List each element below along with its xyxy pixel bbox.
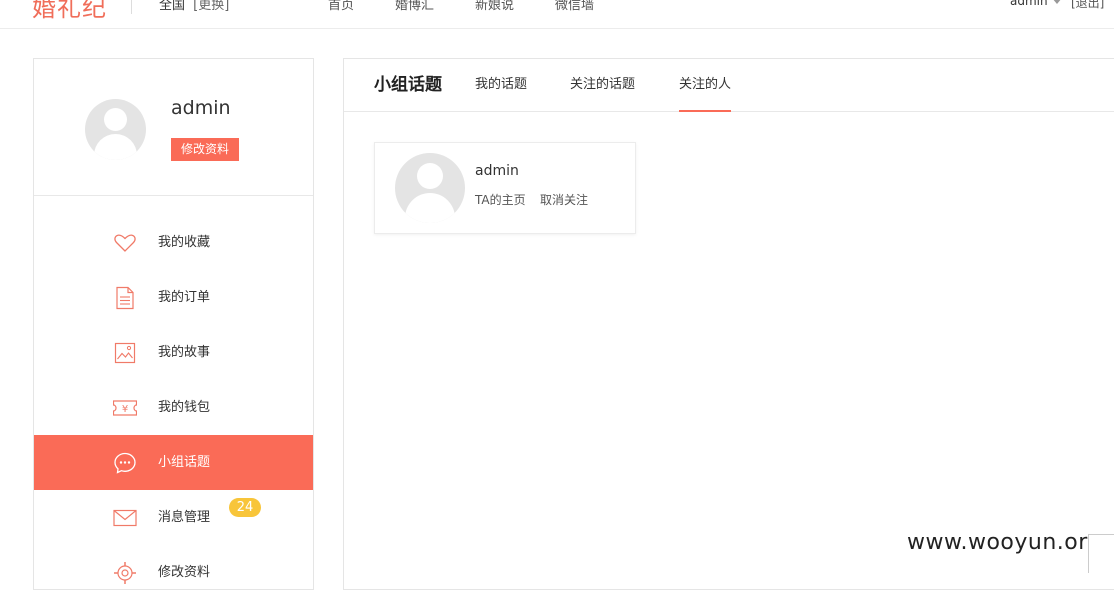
sidebar-item-label: 我的订单 [158, 290, 211, 305]
logo-divider [131, 0, 132, 14]
sidebar-item-favorites[interactable]: 我的收藏 [34, 215, 313, 270]
sidebar-item-orders[interactable]: 我的订单 [34, 270, 313, 325]
sidebar-item-label: 小组话题 [158, 455, 211, 470]
gear-icon [114, 562, 136, 584]
user-homepage-link[interactable]: TA的主页 [475, 191, 526, 208]
avatar[interactable] [395, 153, 465, 223]
sidebar-item-label: 我的收藏 [158, 235, 211, 250]
tab-followed-people[interactable]: 关注的人 [679, 59, 732, 112]
sidebar-item-label: 我的故事 [158, 345, 211, 360]
logout-link[interactable]: [退出] [1071, 0, 1104, 11]
top-bar: 婚礼纪 全国 [更换] 首页 婚博汇 新娘说 微信墙 admin [退出] [0, 0, 1114, 29]
wallet-icon: ¥ [113, 400, 137, 416]
heart-icon [114, 234, 136, 252]
tab-bar: 小组话题 我的话题 关注的话题 关注的人 [344, 59, 1114, 112]
user-menu-name: admin [1010, 0, 1048, 8]
site-logo[interactable]: 婚礼纪 [32, 0, 107, 23]
avatar-head [104, 108, 127, 131]
avatar[interactable] [85, 99, 146, 160]
nav-expo[interactable]: 婚博汇 [395, 0, 434, 13]
photo-icon [114, 342, 136, 364]
profile-name: admin [171, 97, 231, 119]
watermark: www.wooyun.org [907, 530, 1102, 555]
section-title: 小组话题 [374, 75, 442, 95]
unread-count-badge: 24 [229, 498, 261, 517]
unfollow-link[interactable]: 取消关注 [540, 191, 588, 208]
nav-wechat-wall[interactable]: 微信墙 [555, 0, 594, 13]
avatar-body [405, 193, 455, 223]
nav-home[interactable]: 首页 [328, 0, 354, 13]
sidebar-item-label: 消息管理 [158, 510, 211, 525]
sidebar-item-messages[interactable]: 消息管理 24 [34, 490, 313, 545]
sidebar-item-edit-profile[interactable]: 修改资料 [34, 545, 313, 600]
followed-user-card: admin TA的主页 取消关注 [374, 142, 636, 234]
profile-panel: admin 修改资料 [34, 59, 313, 196]
edit-profile-button[interactable]: 修改资料 [171, 138, 239, 161]
sidebar-item-wallet[interactable]: ¥ 我的钱包 [34, 380, 313, 435]
city-name: 全国 [159, 0, 186, 13]
city-selector: 全国 [更换] [159, 0, 229, 13]
caret-down-icon [1051, 0, 1062, 4]
user-menu[interactable]: admin [1010, 0, 1066, 8]
sidebar-menu: 我的收藏 我的订单 我的故事 ¥ 我的钱包 小组话题 消息管理 24 修改资料 [34, 215, 313, 600]
main-panel: 小组话题 我的话题 关注的话题 关注的人 admin TA的主页 取消关注 [343, 58, 1114, 590]
envelope-icon [113, 509, 137, 527]
document-icon [116, 286, 134, 310]
corner-widget [1088, 534, 1114, 573]
chat-bubble-icon [114, 452, 136, 474]
tab-my-topics[interactable]: 我的话题 [475, 59, 527, 111]
tab-followed-topics[interactable]: 关注的话题 [570, 59, 635, 111]
sidebar-item-group-topics[interactable]: 小组话题 [34, 435, 313, 490]
avatar-body [94, 134, 137, 160]
sidebar-item-label: 修改资料 [158, 565, 211, 580]
avatar-head [417, 163, 443, 189]
sidebar: admin 修改资料 我的收藏 我的订单 我的故事 ¥ 我的钱包 小组话题 消息… [33, 58, 314, 590]
sidebar-item-stories[interactable]: 我的故事 [34, 325, 313, 380]
city-switch-link[interactable]: [更换] [193, 0, 229, 13]
followed-user-name[interactable]: admin [475, 163, 519, 179]
sidebar-item-label: 我的钱包 [158, 400, 211, 415]
svg-text:¥: ¥ [122, 404, 128, 415]
nav-bride-talk[interactable]: 新娘说 [475, 0, 514, 13]
